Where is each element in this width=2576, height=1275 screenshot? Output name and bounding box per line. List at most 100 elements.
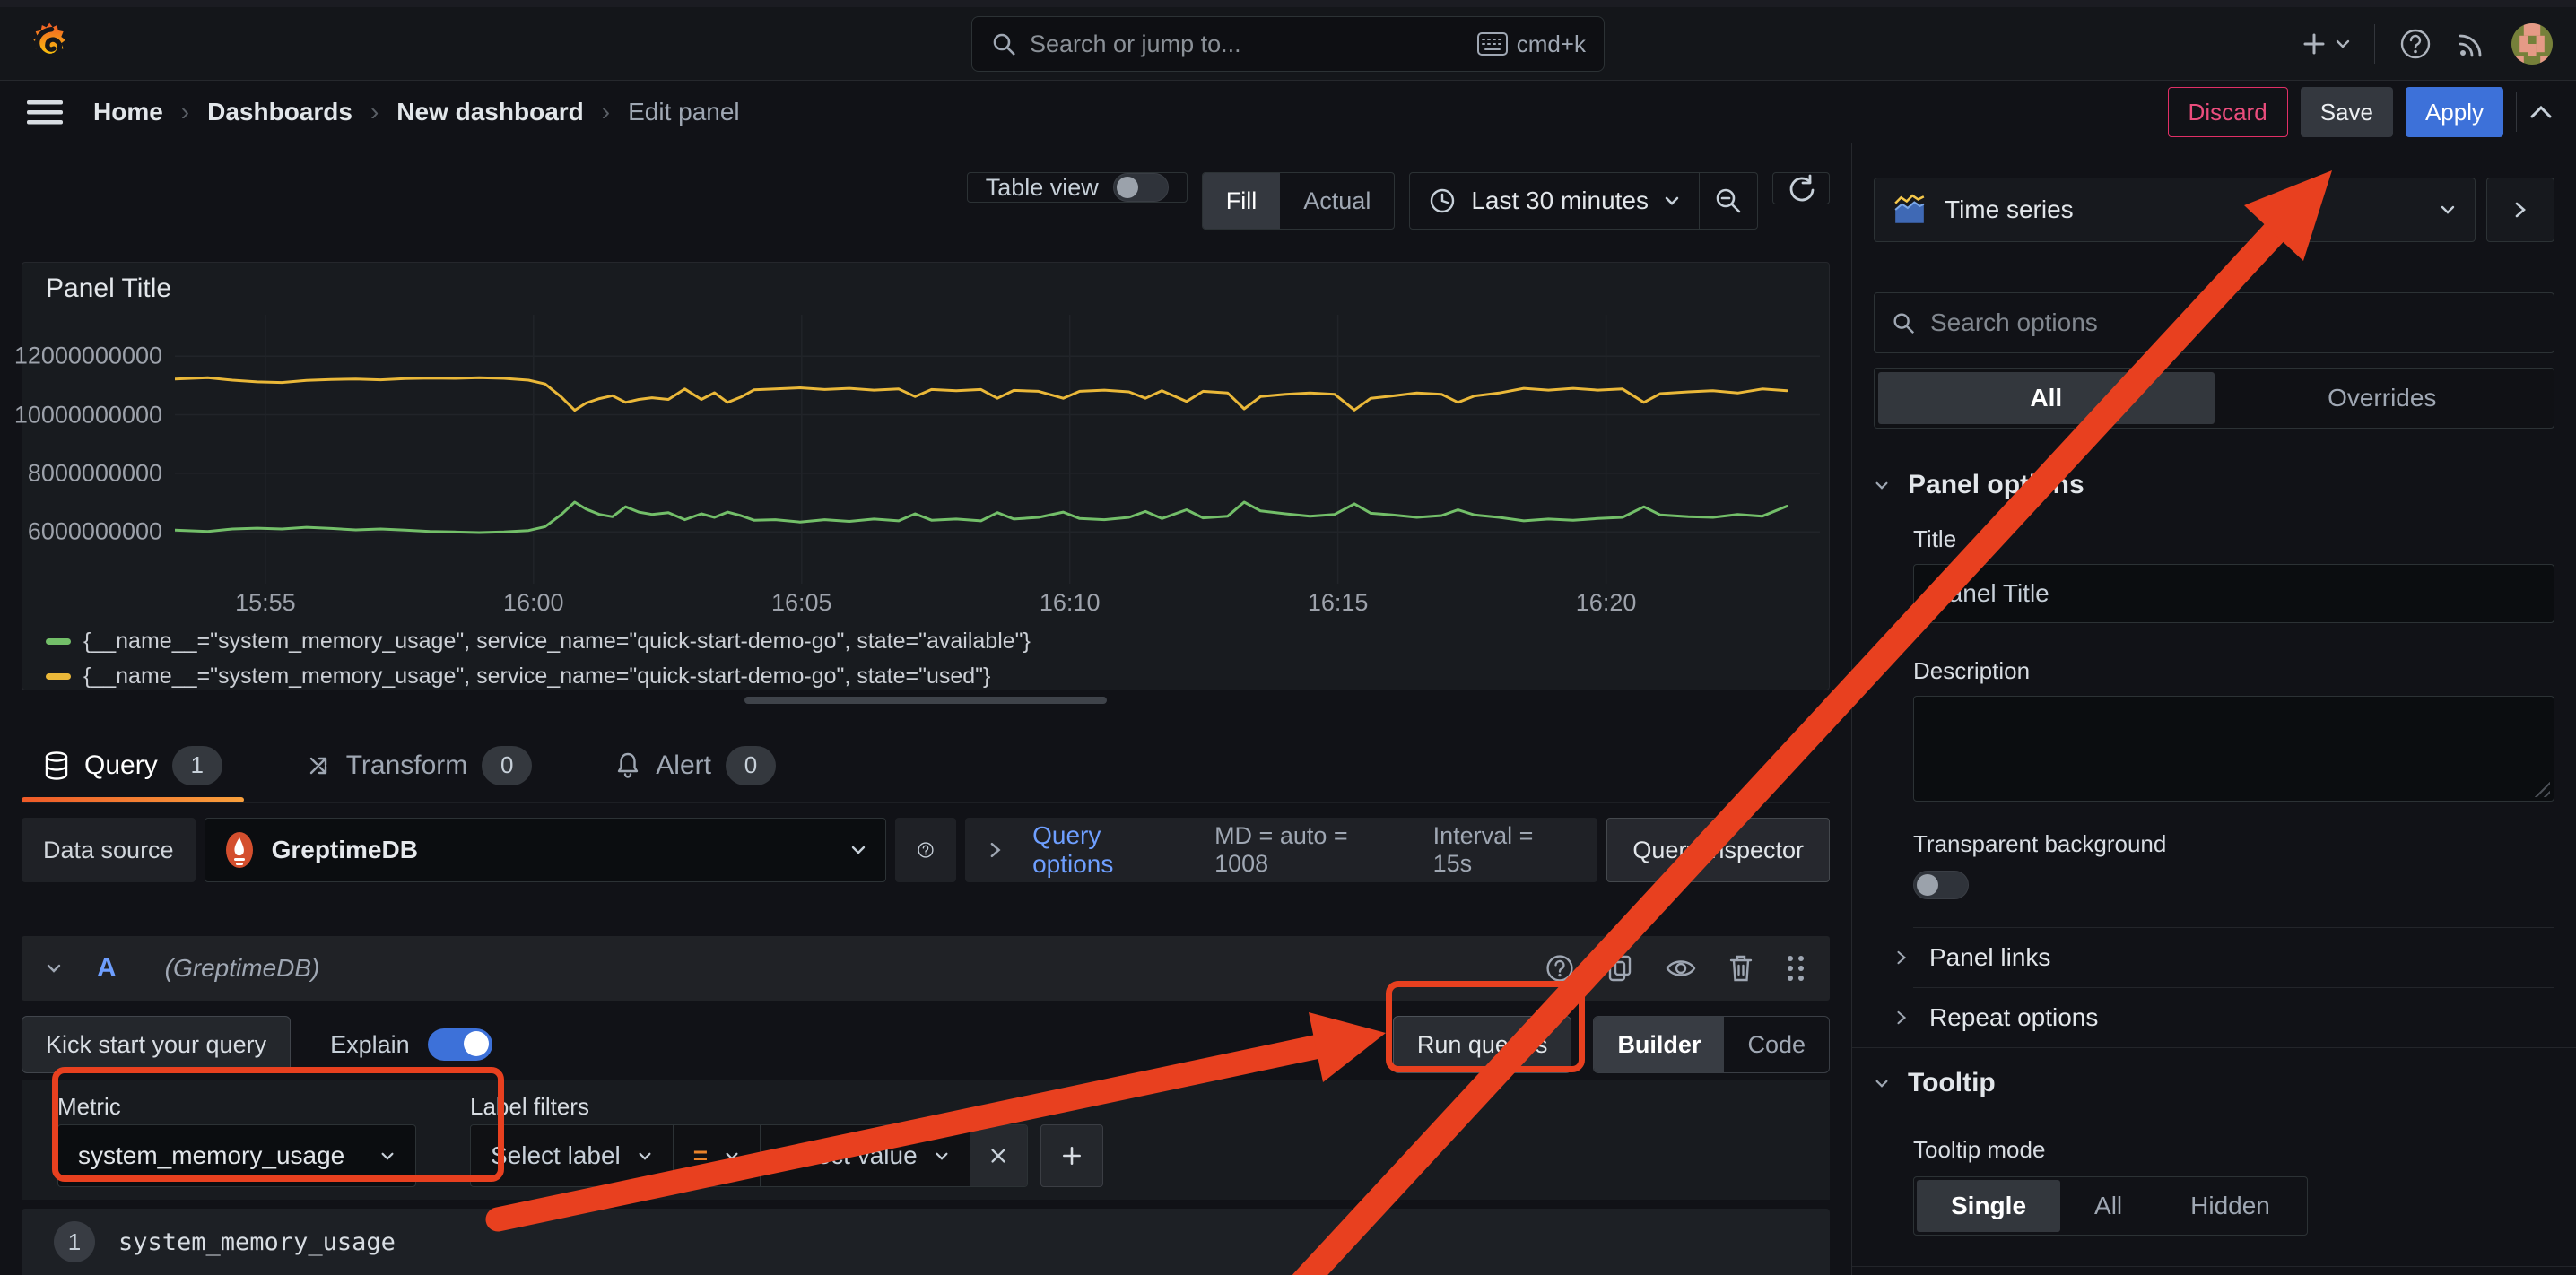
search-icon (990, 30, 1017, 57)
legend-swatch (46, 673, 71, 680)
tab-query[interactable]: Query 1 (22, 728, 244, 802)
add-filter-button[interactable] (1040, 1124, 1103, 1187)
legend-item[interactable]: {__name__="system_memory_usage", service… (46, 629, 1829, 655)
max-data-points: MD = auto = 1008 (1214, 822, 1403, 878)
query-row-header[interactable]: A (GreptimeDB) (22, 936, 1830, 1001)
panel-title-input[interactable] (1913, 564, 2554, 623)
x-tick-label: 16:00 (503, 589, 564, 617)
options-sidebar: Time series All Overrides Panel options … (1852, 143, 2576, 1275)
resize-grip[interactable] (2530, 777, 2550, 797)
help-button[interactable] (2398, 27, 2432, 61)
query-options-collapse[interactable]: Query options MD = auto = 1008 Interval … (965, 818, 1598, 882)
avatar[interactable] (2511, 23, 2553, 65)
visualization-picker[interactable]: Time series (1874, 178, 2476, 242)
clock-icon (1428, 186, 1457, 215)
tooltip-mode-hidden[interactable]: Hidden (2156, 1180, 2304, 1232)
repeat-options-collapse[interactable]: Repeat options (1895, 988, 2554, 1047)
bell-icon (614, 750, 641, 781)
query-inspector-button[interactable]: Query inspector (1606, 818, 1830, 882)
builder-code-switch: Builder Code (1593, 1016, 1830, 1073)
datasource-picker[interactable]: GreptimeDB (205, 818, 886, 882)
plus-icon (1060, 1144, 1083, 1167)
code-option[interactable]: Code (1724, 1017, 1829, 1072)
apply-button[interactable]: Apply (2406, 87, 2503, 137)
grafana-logo-icon[interactable] (27, 20, 70, 65)
legend-item[interactable]: {__name__="system_memory_usage", service… (46, 664, 1829, 690)
refresh-button[interactable] (1772, 172, 1830, 204)
select-label-dropdown[interactable]: Select label (471, 1125, 673, 1186)
metric-value: system_memory_usage (78, 1141, 361, 1170)
global-search[interactable]: cmd+k (971, 16, 1605, 72)
table-view-toggle[interactable] (1113, 173, 1169, 202)
query-ref-id[interactable]: A (97, 953, 117, 984)
remove-filter-button[interactable] (970, 1125, 1027, 1186)
time-series-viz-icon (1893, 193, 1927, 227)
breadcrumb-dashboards[interactable]: Dashboards (207, 98, 352, 126)
builder-option[interactable]: Builder (1594, 1017, 1724, 1072)
chevron-down-icon (724, 1150, 740, 1162)
metric-label: Metric (57, 1089, 416, 1124)
y-tick-label: 12000000000 (14, 343, 162, 370)
explain-step-number: 1 (54, 1221, 95, 1262)
time-range-picker[interactable]: Last 30 minutes (1410, 173, 1699, 229)
tooltip-mode-all[interactable]: All (2060, 1180, 2156, 1232)
chart-plot[interactable] (175, 315, 1820, 584)
x-tick-label: 16:05 (771, 589, 832, 617)
chevron-right-icon (1895, 1009, 1908, 1027)
table-view-toggle-group[interactable]: Table view (967, 172, 1188, 203)
actual-option[interactable]: Actual (1280, 173, 1394, 229)
help-icon[interactable] (1545, 953, 1575, 984)
news-rss-button[interactable] (2456, 28, 2488, 60)
divider (2374, 24, 2375, 64)
menu-icon[interactable] (27, 99, 63, 126)
breadcrumb-bar: Home Dashboards New dashboard Edit panel… (0, 81, 2576, 143)
tab-all[interactable]: All (1878, 372, 2215, 424)
description-label: Description (1913, 657, 2554, 685)
panel-title[interactable]: Panel Title (22, 263, 1829, 315)
panel-links-collapse[interactable]: Panel links (1895, 928, 2554, 987)
options-search[interactable] (1874, 292, 2554, 353)
drag-handle-icon[interactable] (1785, 953, 1806, 984)
open-viz-suggestions-button[interactable] (2486, 178, 2554, 242)
datasource-help-button[interactable] (895, 818, 956, 882)
transform-icon (305, 752, 332, 779)
select-value-dropdown[interactable]: Select value (761, 1125, 970, 1186)
explain-label: Explain (330, 1031, 410, 1059)
tab-label: Alert (656, 750, 711, 781)
panel-description-input[interactable] (1913, 696, 2554, 802)
run-queries-button[interactable]: Run queries (1393, 1016, 1572, 1073)
discard-button[interactable]: Discard (2168, 87, 2288, 137)
duplicate-icon[interactable] (1606, 953, 1634, 984)
collapse-options-pane-button[interactable] (2529, 104, 2553, 120)
save-button[interactable]: Save (2301, 87, 2393, 137)
tab-label: Transform (346, 750, 468, 781)
explain-toggle[interactable] (428, 1028, 492, 1061)
trash-icon[interactable] (1727, 953, 1754, 984)
search-input[interactable] (1030, 30, 1465, 58)
y-axis: 1200000000010000000000800000000060000000… (22, 315, 175, 584)
kick-start-query-button[interactable]: Kick start your query (22, 1016, 291, 1073)
query-builder-row: Metric system_memory_usage Label filters… (22, 1080, 1830, 1200)
fill-option[interactable]: Fill (1203, 173, 1281, 229)
metric-select[interactable]: system_memory_usage (57, 1124, 416, 1187)
tab-transform[interactable]: Transform 0 (283, 728, 554, 802)
eye-icon[interactable] (1665, 956, 1697, 981)
tooltip-mode-single[interactable]: Single (1917, 1180, 2060, 1232)
tooltip-section-header[interactable]: Tooltip (1874, 1068, 2554, 1098)
options-filter-tabs: All Overrides (1874, 368, 2554, 429)
panel-options-section-header[interactable]: Panel options (1874, 470, 2554, 500)
transparent-background-toggle[interactable] (1913, 871, 1969, 899)
operator-dropdown[interactable]: = (674, 1125, 760, 1186)
options-search-input[interactable] (1930, 308, 2537, 337)
tab-overrides[interactable]: Overrides (2215, 372, 2551, 424)
chevron-right-icon (988, 840, 1003, 860)
breadcrumb-home[interactable]: Home (93, 98, 163, 126)
keyboard-icon (1477, 32, 1508, 56)
add-new-button[interactable] (2301, 30, 2351, 57)
tab-alert[interactable]: Alert 0 (593, 728, 797, 802)
breadcrumb-new-dashboard[interactable]: New dashboard (396, 98, 583, 126)
pane-resize-handle[interactable] (744, 697, 1107, 704)
chevron-right-icon (1895, 949, 1908, 967)
chevron-down-icon (2335, 38, 2351, 50)
zoom-out-time-button[interactable] (1700, 173, 1757, 229)
